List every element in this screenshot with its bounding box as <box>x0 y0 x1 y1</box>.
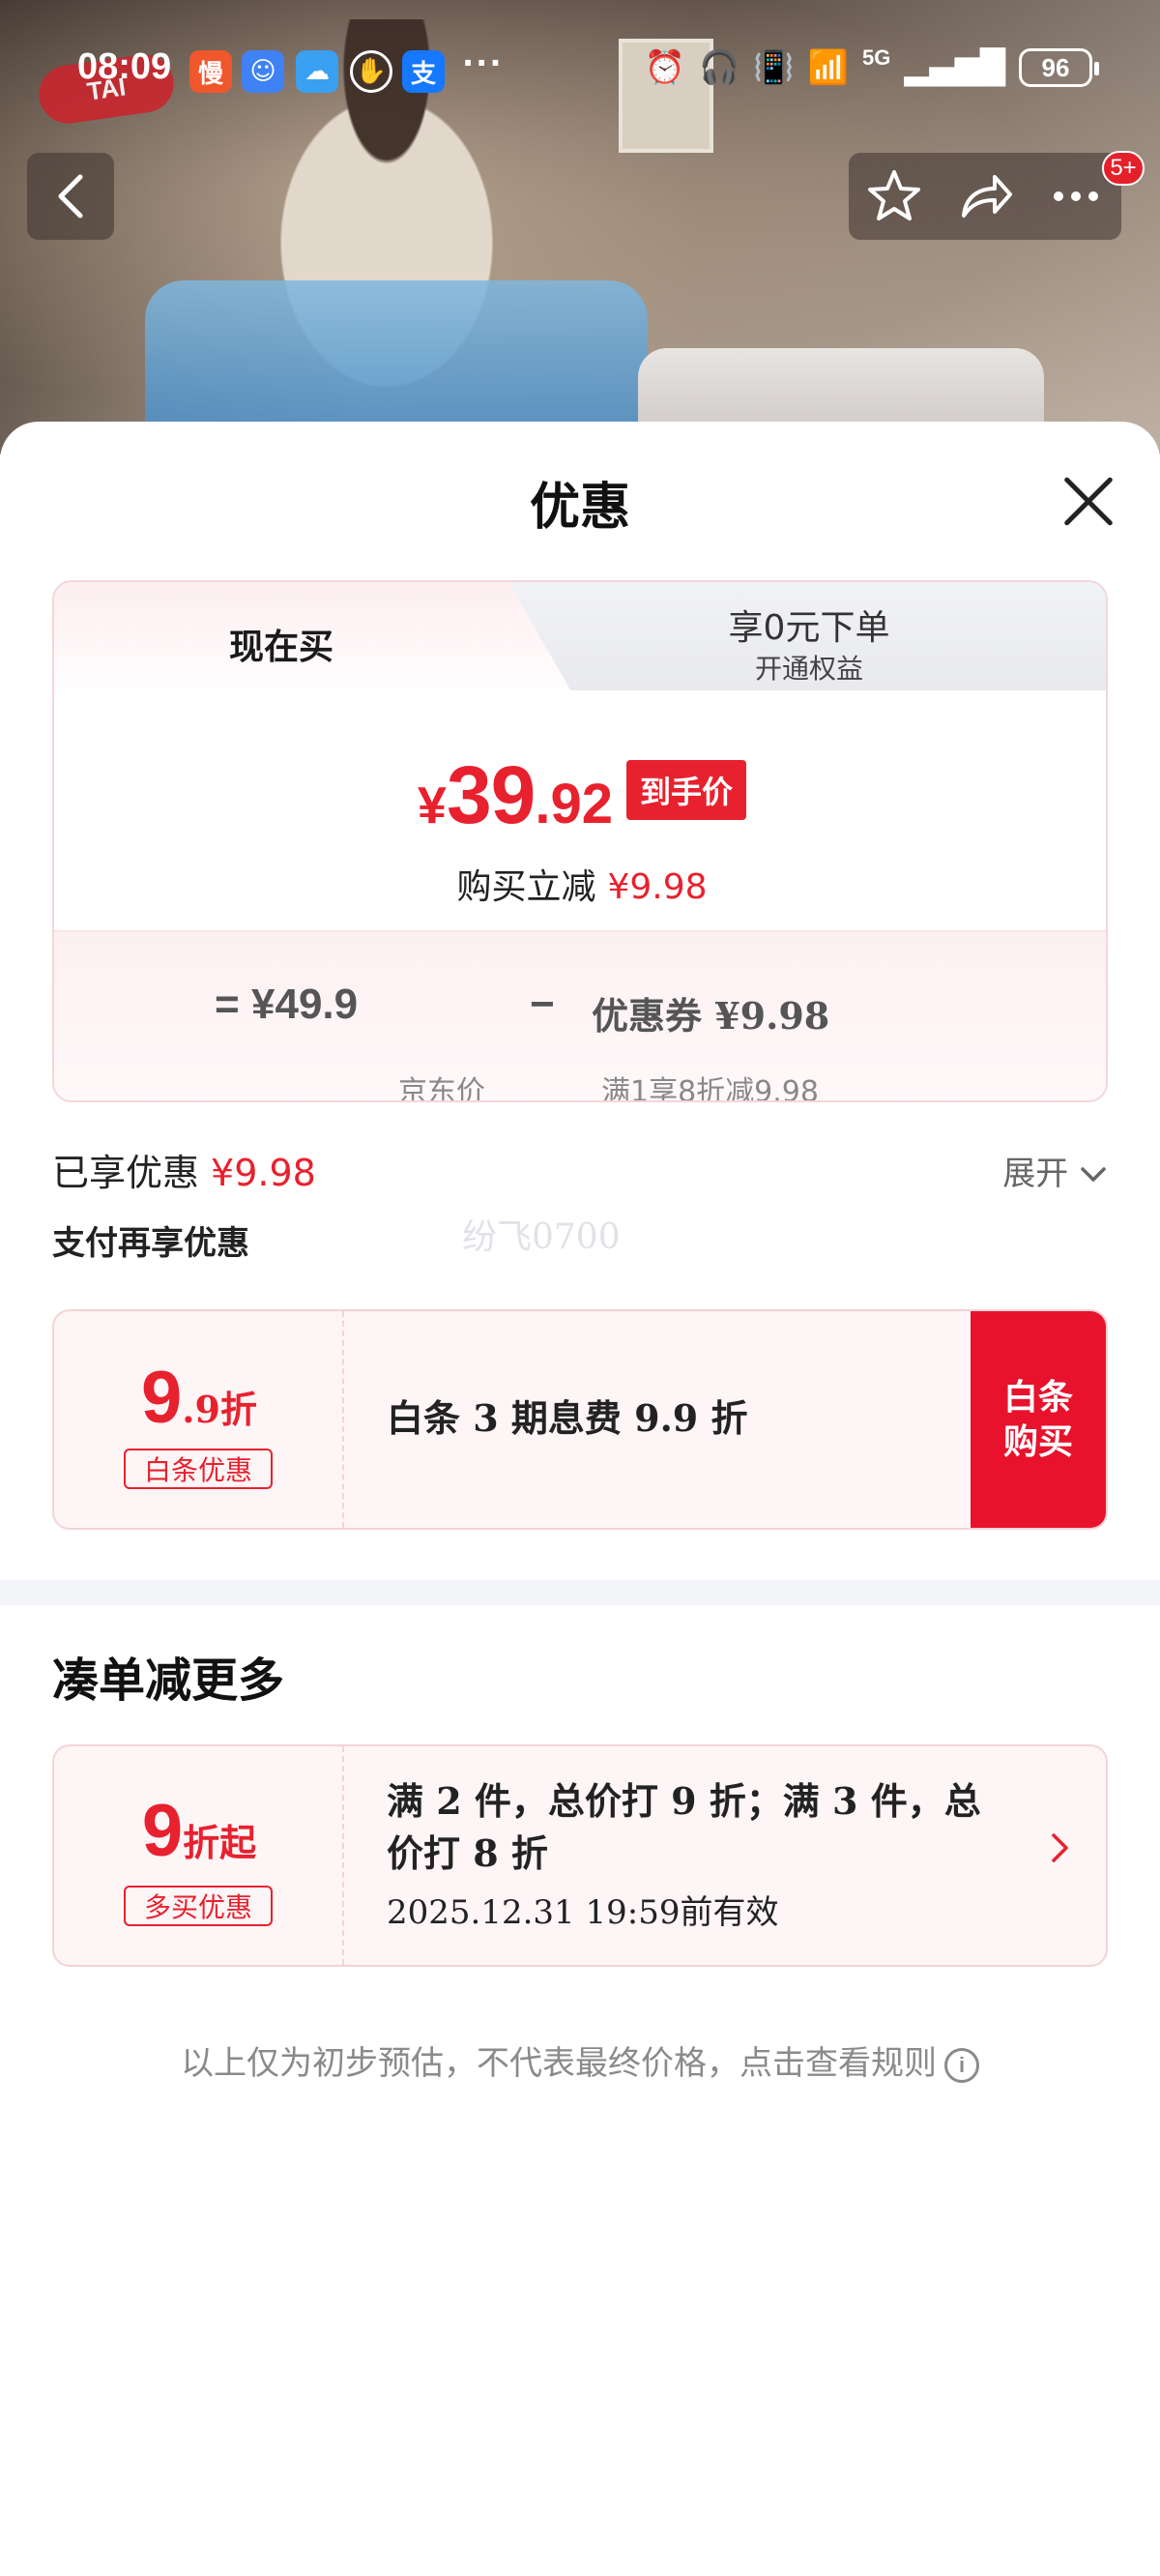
tab-zero-down-sublabel: 开通权益 <box>754 653 863 685</box>
battery-indicator: 96 <box>1019 48 1099 87</box>
coupon-description: 满1享8折减9.98 <box>601 1075 819 1102</box>
final-price: ¥ 39 .92 到手价 <box>54 748 1106 842</box>
baitiao-buy-button[interactable]: 白条 购买 <box>971 1311 1106 1528</box>
header-actions <box>849 153 1121 240</box>
minus-sign: − <box>530 981 555 1028</box>
coupon-discount-suffix: .9折 <box>182 1388 257 1431</box>
price-card: 享0元下单 开通权益 现在买 ¥ 39 .92 到手价 购买立减 ¥9.98 = … <box>52 580 1108 1102</box>
status-time: 08:09 <box>77 46 172 87</box>
wifi-icon: 📶 <box>807 48 850 87</box>
chevron-down-icon <box>1081 1167 1106 1182</box>
enjoyed-discount: 已享优惠 ¥9.98 <box>52 1143 316 1196</box>
jd-price: ¥49.9 <box>251 981 359 1028</box>
headphones-icon: 🎧 <box>699 48 740 87</box>
share-icon[interactable] <box>956 167 1014 225</box>
weather-icon: ☁ <box>296 50 338 93</box>
coupon-value: 优惠券 ¥9.98 <box>592 994 830 1038</box>
coupon-description: 白条 3 期息费 9.9 折 <box>387 1396 748 1440</box>
tab-zero-down-label: 享0元下单 <box>728 608 890 648</box>
status-bar: 08:09 慢 ☺ ☁ ✋ 支 ··· ⏰ 🎧 📳 📶 5G ▂▄▆█ 96 <box>0 0 1160 145</box>
jd-price-label: 京东价 <box>398 1075 485 1102</box>
hand-icon: ✋ <box>350 50 392 93</box>
back-button[interactable] <box>27 153 114 240</box>
more-notifications-icon: ··· <box>462 44 504 81</box>
instant-discount: 购买立减 ¥9.98 <box>54 859 1106 909</box>
footnote-text: 以上仅为初步预估，不代表最终价格，点击查看规则 <box>181 2044 937 2083</box>
more-options-icon[interactable] <box>1047 167 1105 225</box>
message-count-badge: 5+ <box>1102 151 1145 186</box>
alipay-icon: 支 <box>402 50 445 93</box>
chevron-left-icon <box>58 174 83 219</box>
expand-label: 展开 <box>1002 1155 1069 1193</box>
enjoyed-discount-amount: ¥9.98 <box>211 1152 316 1194</box>
coupon-value-panel: 9.9折 白条优惠 <box>54 1311 344 1528</box>
bundle-section-title: 凑单减更多 <box>52 1654 285 1708</box>
price-integer: 39 <box>446 749 536 840</box>
coupon-discount: 9折起 <box>54 1789 344 1873</box>
watermark: 纷飞0700 <box>462 1217 621 1257</box>
button-line-1: 白条 <box>1002 1377 1073 1418</box>
button-line-2: 购买 <box>1002 1421 1073 1462</box>
coupon-rule: 满 2 件，总价打 9 折；满 3 件，总 价打 8 折 <box>387 1775 981 1880</box>
sheet-title: 优惠 <box>529 478 630 537</box>
coupon-discount: 9.9折 <box>54 1356 344 1440</box>
close-icon[interactable] <box>1059 472 1117 530</box>
alarm-icon: ⏰ <box>644 48 686 87</box>
signal-icon: ▂▄▆█ <box>904 48 1005 87</box>
section-divider <box>0 1580 1160 1605</box>
enjoyed-discount-label: 已享优惠 <box>52 1152 200 1194</box>
coupon-rule-line-2: 价打 8 折 <box>387 1831 548 1875</box>
tab-buy-now-label: 现在买 <box>228 627 334 667</box>
coupon-discount-number: 9 <box>141 1357 183 1439</box>
instant-discount-label: 购买立减 <box>456 867 596 907</box>
tab-zero-down[interactable]: 享0元下单 开通权益 <box>508 582 1106 690</box>
baitiao-coupon[interactable]: 9.9折 白条优惠 白条 3 期息费 9.9 折 白条 购买 <box>52 1309 1108 1530</box>
app-notification-icon: 慢 <box>189 50 232 93</box>
price-breakdown: = ¥49.9 − 优惠券 ¥9.98 京东价 满1享8折减9.98 <box>54 930 1106 1102</box>
currency-symbol: ¥ <box>417 776 447 834</box>
tab-buy-now[interactable]: 现在买 <box>54 582 508 700</box>
discount-sheet: 优惠 享0元下单 开通权益 现在买 ¥ 39 .92 到手价 购买立减 ¥9.98… <box>0 422 1160 2576</box>
instant-discount-amount: ¥9.98 <box>607 867 708 907</box>
coupon-value-panel: 9折起 多买优惠 <box>54 1746 344 1965</box>
chevron-right-icon[interactable] <box>1050 1830 1071 1874</box>
final-price-tag: 到手价 <box>626 759 747 820</box>
favorite-star-icon[interactable] <box>865 167 923 225</box>
bundle-coupon[interactable]: 9折起 多买优惠 满 2 件，总价打 9 折；满 3 件，总 价打 8 折 202… <box>52 1744 1108 1967</box>
equals-sign: = <box>215 981 240 1028</box>
vacuum-storage-bag <box>145 280 648 435</box>
coupon-discount-number: 9 <box>141 1790 184 1872</box>
vibrate-icon: 📳 <box>753 48 795 87</box>
expand-button[interactable]: 展开 <box>1002 1147 1108 1194</box>
rules-footnote[interactable]: 以上仅为初步预估，不代表最终价格，点击查看规则 i <box>0 2036 1160 2084</box>
coupon-discount-suffix: 折起 <box>183 1821 257 1864</box>
app-notification-icon: ☺ <box>242 50 284 93</box>
pay-discount-heading: 支付再享优惠 <box>52 1224 249 1263</box>
coupon-validity: 2025.12.31 19:59前有效 <box>387 1893 779 1932</box>
price-decimal: .92 <box>535 773 614 835</box>
info-icon[interactable]: i <box>944 2048 979 2083</box>
coupon-type-pill: 白条优惠 <box>124 1449 273 1489</box>
coupon-type-pill: 多买优惠 <box>124 1886 273 1926</box>
status-indicators: ⏰ 🎧 📳 📶 5G ▂▄▆█ 96 <box>644 45 1099 89</box>
coupon-rule-line-1: 满 2 件，总价打 9 折；满 3 件，总 <box>387 1779 981 1823</box>
network-type: 5G <box>862 45 891 70</box>
